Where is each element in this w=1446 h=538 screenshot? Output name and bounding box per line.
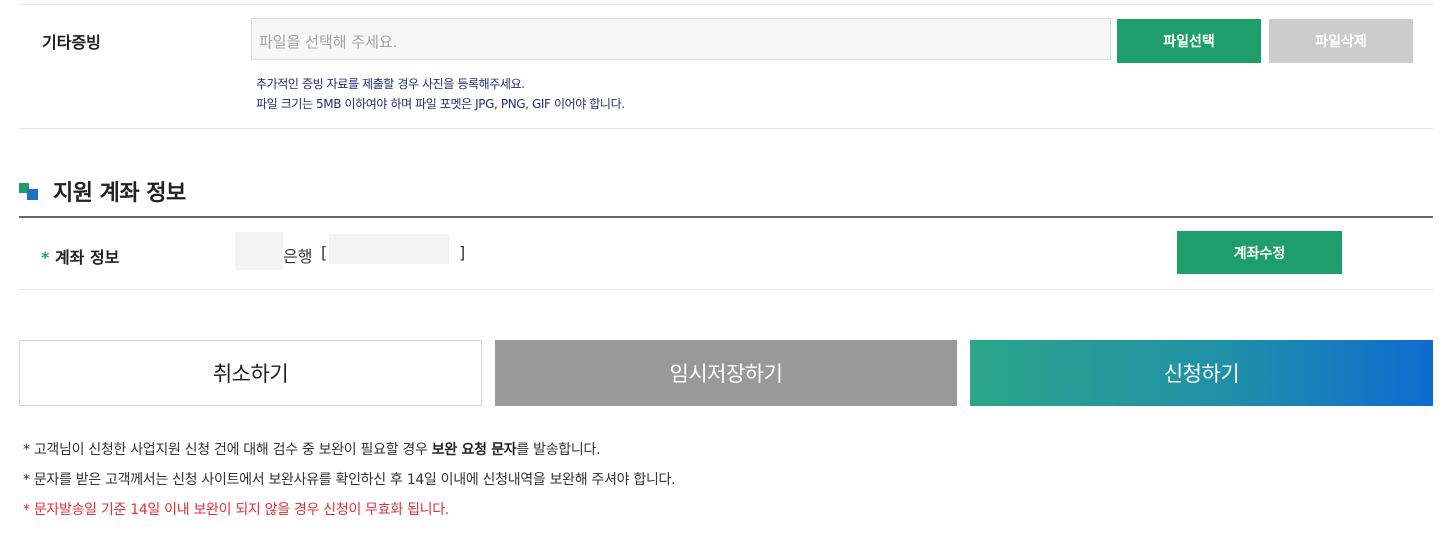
required-mark: * bbox=[41, 248, 50, 267]
masked-account-number bbox=[329, 234, 449, 264]
section-title: 지원 계좌 정보 bbox=[53, 181, 186, 206]
notice-3-warning: * 문자발송일 기준 14일 이내 보완이 되지 않을 경우 신청이 무효화 됩… bbox=[23, 502, 449, 518]
notice-1-text: * 고객님이 신청한 사업지원 신청 건에 대해 검수 중 보완이 필요할 경우 bbox=[23, 442, 432, 458]
apply-button[interactable]: 신청하기 bbox=[970, 340, 1433, 406]
account-info-label: * 계좌 정보 bbox=[41, 244, 119, 268]
masked-bank-name bbox=[235, 232, 283, 270]
notice-1-bold: 보완 요청 문자 bbox=[431, 442, 517, 458]
notice-1: * 고객님이 신청한 사업지원 신청 건에 대해 검수 중 보완이 필요할 경우… bbox=[23, 439, 600, 459]
account-section-header: 지원 계좌 정보 bbox=[19, 175, 186, 207]
bracket-open: [ bbox=[321, 243, 328, 262]
file-path-input[interactable]: 파일을 선택해 주세요. bbox=[251, 18, 1111, 60]
account-edit-button[interactable]: 계좌수정 bbox=[1177, 231, 1342, 274]
temp-save-button[interactable]: 임시저장하기 bbox=[495, 340, 957, 406]
notice-1-suffix: 를 발송합니다. bbox=[516, 442, 601, 458]
account-label-text: 계좌 정보 bbox=[54, 248, 120, 267]
file-delete-button[interactable]: 파일삭제 bbox=[1269, 19, 1413, 63]
bracket-close: ] bbox=[459, 243, 466, 262]
cancel-button[interactable]: 취소하기 bbox=[19, 340, 482, 406]
other-evidence-label: 기타증빙 bbox=[42, 33, 101, 52]
other-evidence-row: 기타증빙 파일을 선택해 주세요. 파일선택 파일삭제 추가적인 증빙 자료를 … bbox=[19, 5, 1433, 129]
bank-suffix: 은행 bbox=[283, 247, 313, 266]
file-help-text-1: 추가적인 증빙 자료를 제출할 경우 사진을 등록해주세요. bbox=[256, 77, 525, 91]
file-select-button[interactable]: 파일선택 bbox=[1117, 19, 1261, 63]
account-info-row: * 계좌 정보 은행 [ ] 계좌수정 bbox=[19, 218, 1433, 290]
section-bullet-icon bbox=[19, 180, 41, 202]
notice-2: * 문자를 받은 고객께서는 신청 사이트에서 보완사유를 확인하신 후 14일… bbox=[23, 472, 676, 488]
application-form: 기타증빙 파일을 선택해 주세요. 파일선택 파일삭제 추가적인 증빙 자료를 … bbox=[0, 0, 1446, 538]
file-help-text-2: 파일 크기는 5MB 이하여야 하며 파일 포멧은 JPG, PNG, GIF … bbox=[256, 97, 625, 111]
